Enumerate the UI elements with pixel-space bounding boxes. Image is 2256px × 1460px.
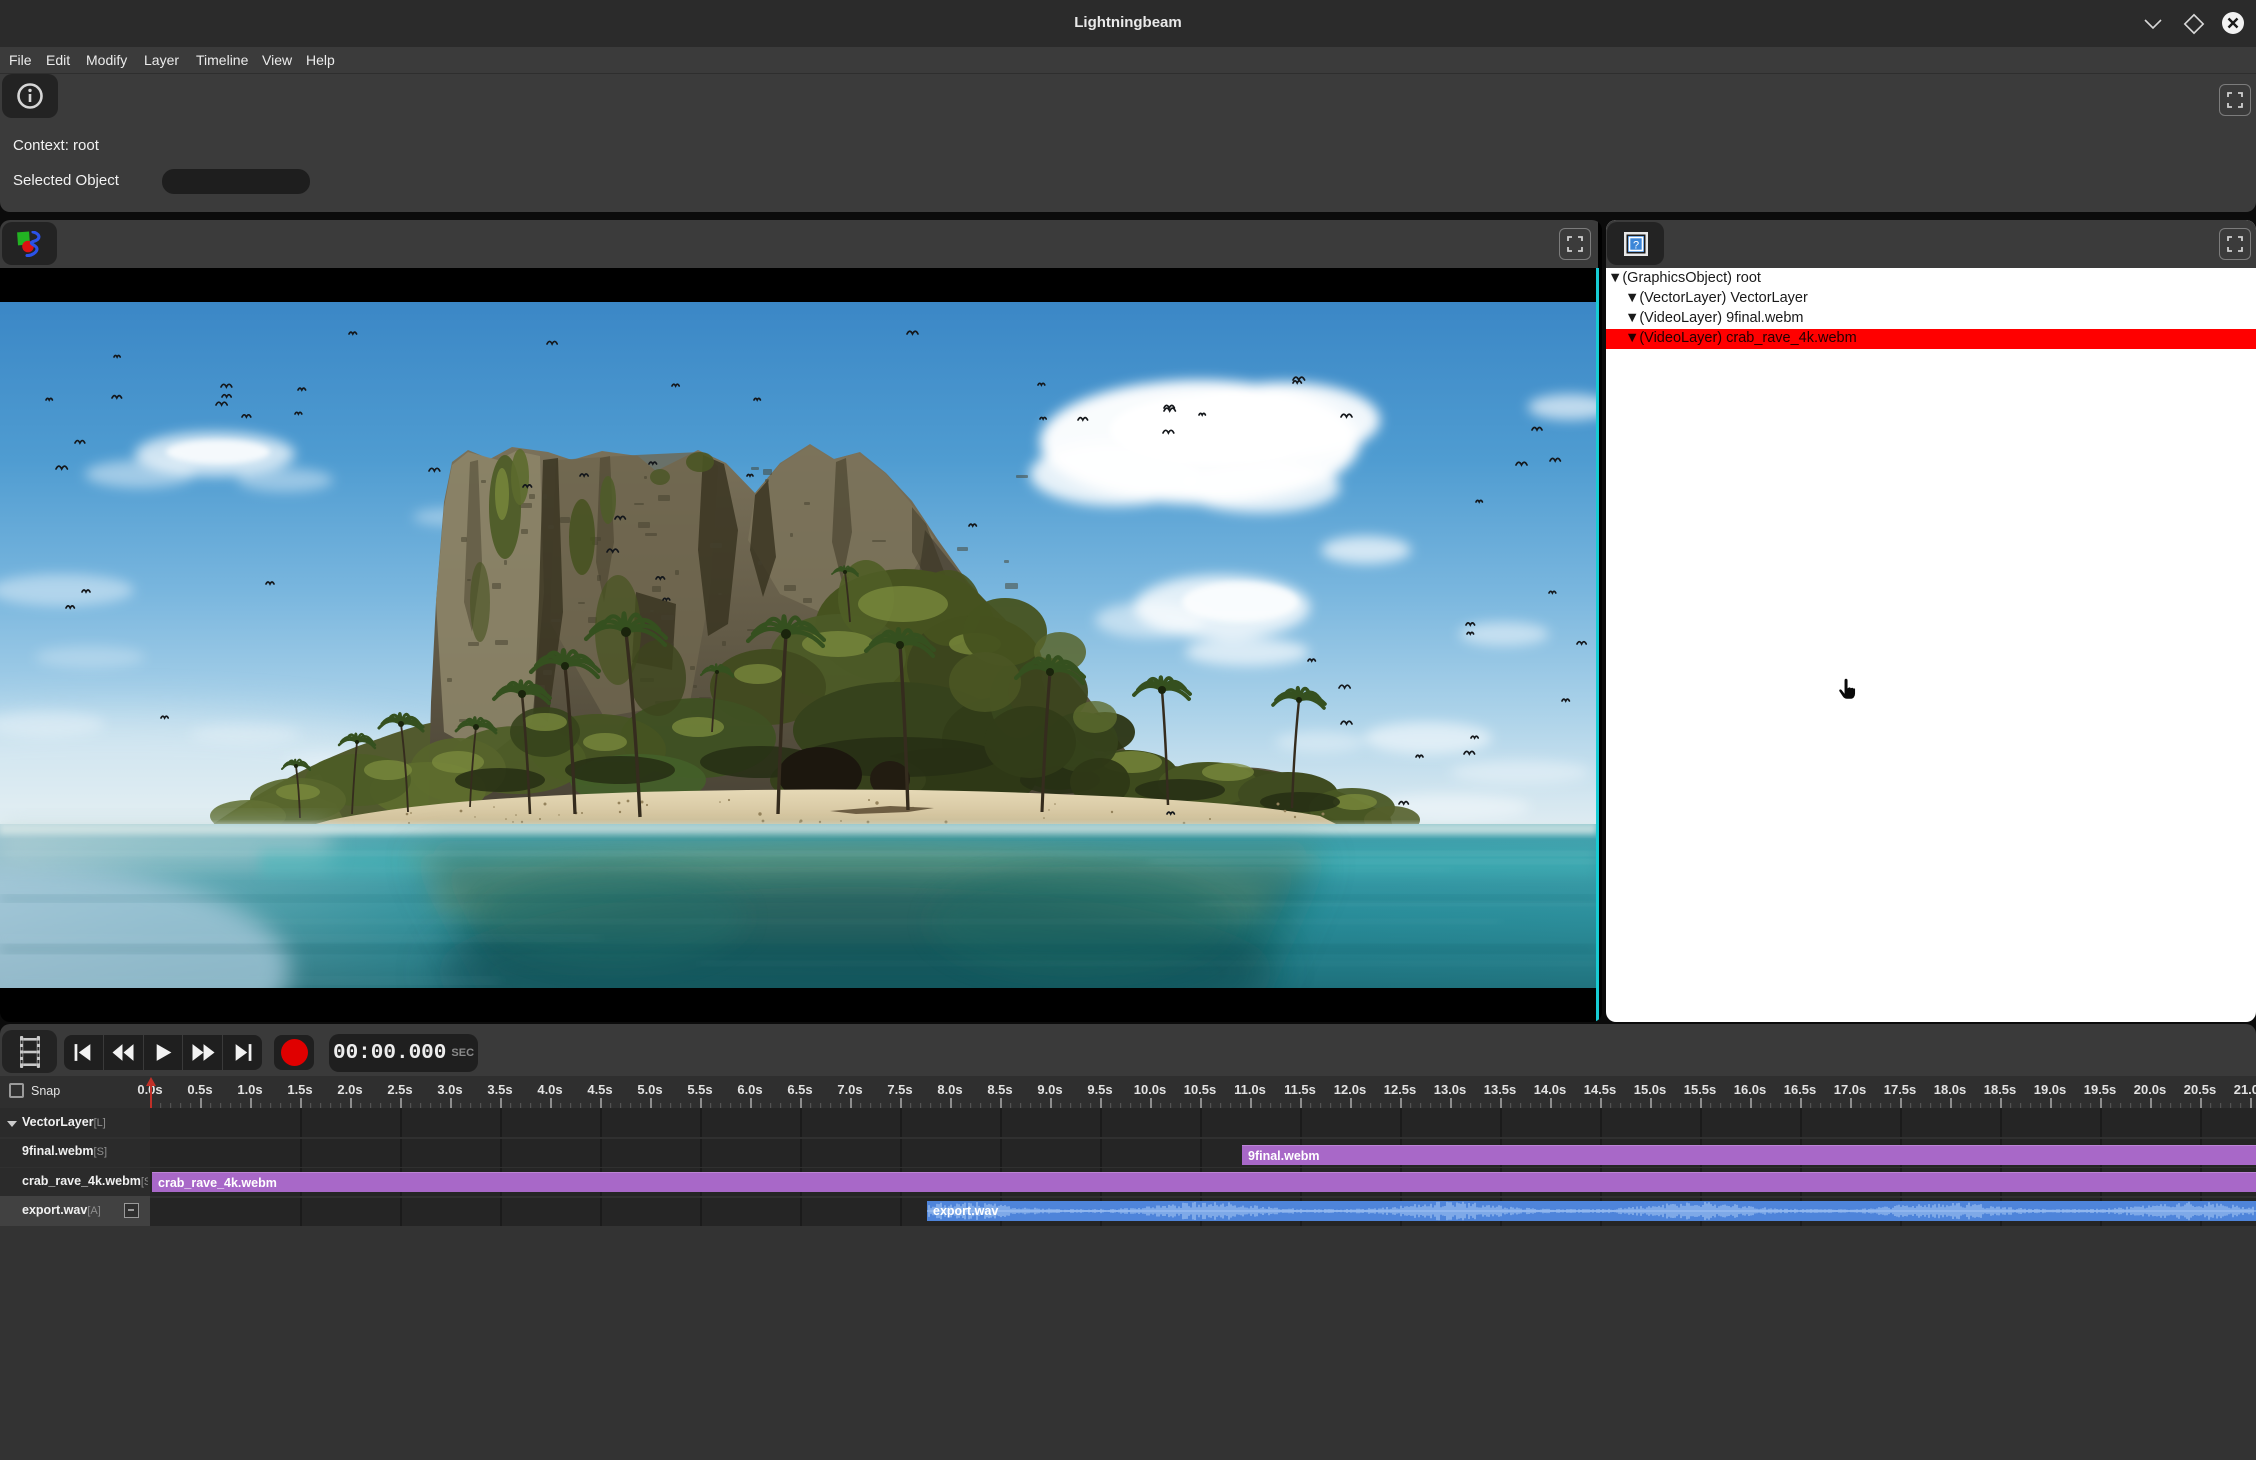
svg-text:?: ? (1632, 239, 1638, 251)
